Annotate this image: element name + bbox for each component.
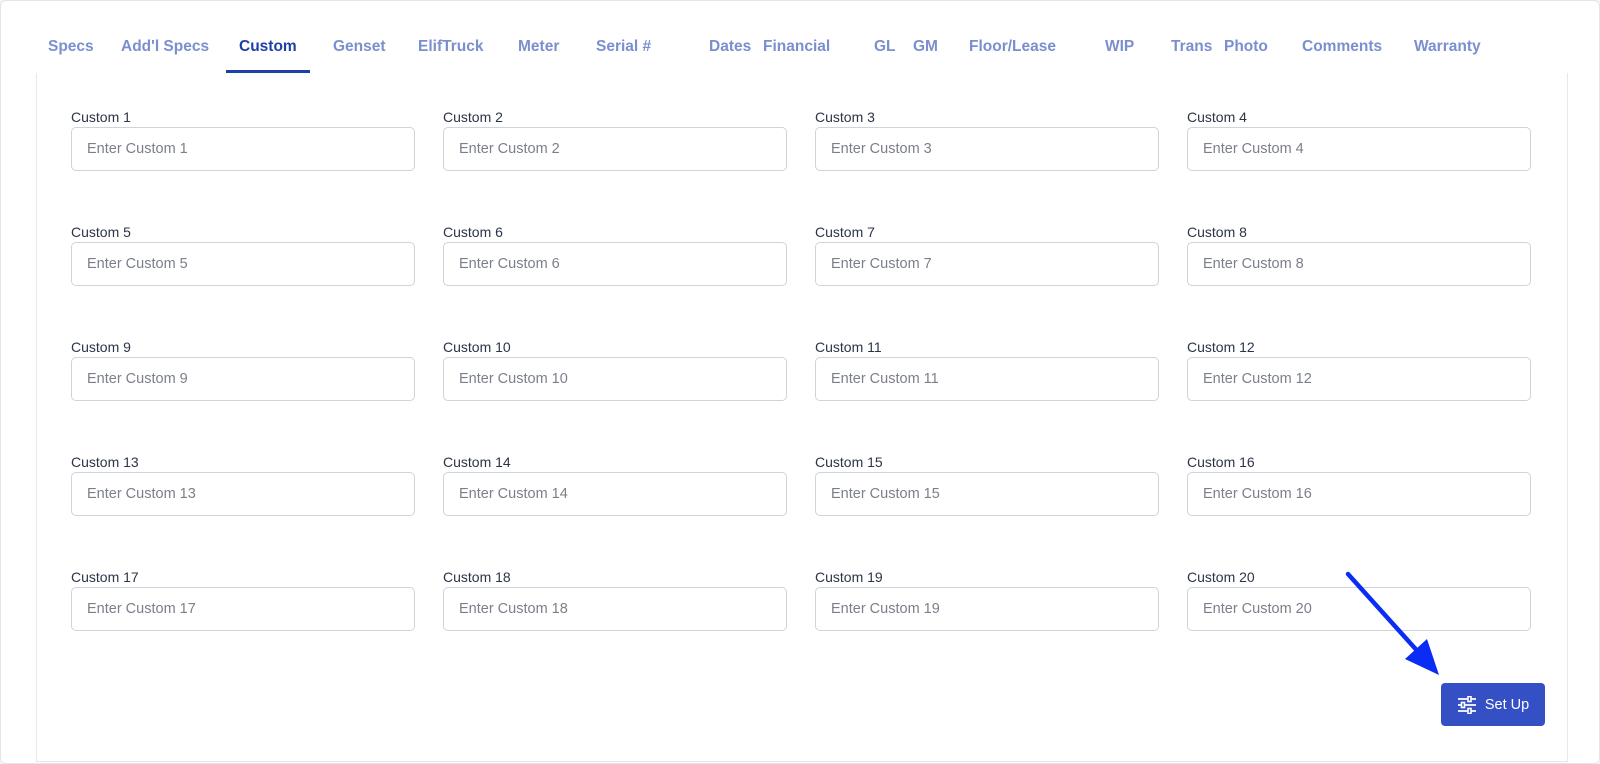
custom-15-input[interactable] bbox=[815, 472, 1159, 516]
setup-button-label: Set Up bbox=[1484, 696, 1530, 713]
field-label: Custom 11 bbox=[815, 339, 882, 355]
field-custom-19: Custom 19 bbox=[815, 567, 1159, 631]
field-label: Custom 1 bbox=[71, 109, 131, 125]
field-custom-11: Custom 11 bbox=[815, 337, 1159, 401]
tab-meter[interactable]: Meter bbox=[518, 29, 559, 73]
field-label: Custom 15 bbox=[815, 454, 883, 470]
custom-3-input[interactable] bbox=[815, 127, 1159, 171]
field-label: Custom 2 bbox=[443, 109, 503, 125]
custom-14-input[interactable] bbox=[443, 472, 787, 516]
field-label: Custom 8 bbox=[1187, 224, 1247, 240]
field-custom-10: Custom 10 bbox=[443, 337, 787, 401]
tab-warranty[interactable]: Warranty bbox=[1414, 29, 1481, 73]
tab-serial[interactable]: Serial # bbox=[596, 29, 651, 73]
field-custom-17: Custom 17 bbox=[71, 567, 415, 631]
tab-floor-lease[interactable]: Floor/Lease bbox=[969, 29, 1056, 73]
custom-5-input[interactable] bbox=[71, 242, 415, 286]
custom-8-input[interactable] bbox=[1187, 242, 1531, 286]
tab-eliftruck[interactable]: ElifTruck bbox=[418, 29, 483, 73]
custom-11-input[interactable] bbox=[815, 357, 1159, 401]
field-label: Custom 10 bbox=[443, 339, 511, 355]
field-custom-13: Custom 13 bbox=[71, 452, 415, 516]
tab-gl[interactable]: GL bbox=[874, 29, 896, 73]
setup-button[interactable]: Set Up bbox=[1441, 683, 1545, 726]
custom-16-input[interactable] bbox=[1187, 472, 1531, 516]
field-label: Custom 5 bbox=[71, 224, 131, 240]
tab-gm[interactable]: GM bbox=[913, 29, 938, 73]
field-custom-14: Custom 14 bbox=[443, 452, 787, 516]
field-label: Custom 13 bbox=[71, 454, 139, 470]
custom-4-input[interactable] bbox=[1187, 127, 1531, 171]
field-custom-2: Custom 2 bbox=[443, 107, 787, 171]
field-custom-1: Custom 1 bbox=[71, 107, 415, 171]
field-label: Custom 18 bbox=[443, 569, 511, 585]
tab-dates[interactable]: Dates bbox=[709, 29, 751, 73]
tab-specs[interactable]: Specs bbox=[48, 29, 94, 73]
field-custom-8: Custom 8 bbox=[1187, 222, 1531, 286]
field-label: Custom 17 bbox=[71, 569, 139, 585]
field-label: Custom 12 bbox=[1187, 339, 1255, 355]
field-custom-15: Custom 15 bbox=[815, 452, 1159, 516]
tab-custom[interactable]: Custom bbox=[226, 29, 310, 73]
custom-7-input[interactable] bbox=[815, 242, 1159, 286]
field-custom-3: Custom 3 bbox=[815, 107, 1159, 171]
field-custom-9: Custom 9 bbox=[71, 337, 415, 401]
field-custom-5: Custom 5 bbox=[71, 222, 415, 286]
tab-financial[interactable]: Financial bbox=[763, 29, 830, 73]
custom-12-input[interactable] bbox=[1187, 357, 1531, 401]
custom-fields-panel: Custom 1 Custom 2 Custom 3 Custom 4 Cust… bbox=[36, 73, 1568, 762]
tab-trans[interactable]: Trans bbox=[1171, 29, 1212, 73]
field-custom-12: Custom 12 bbox=[1187, 337, 1531, 401]
field-custom-6: Custom 6 bbox=[443, 222, 787, 286]
field-label: Custom 6 bbox=[443, 224, 503, 240]
field-custom-16: Custom 16 bbox=[1187, 452, 1531, 516]
tab-photo[interactable]: Photo bbox=[1224, 29, 1268, 73]
sliders-icon bbox=[1457, 695, 1476, 714]
custom-17-input[interactable] bbox=[71, 587, 415, 631]
custom-6-input[interactable] bbox=[443, 242, 787, 286]
custom-13-input[interactable] bbox=[71, 472, 415, 516]
field-label: Custom 16 bbox=[1187, 454, 1255, 470]
custom-9-input[interactable] bbox=[71, 357, 415, 401]
custom-10-input[interactable] bbox=[443, 357, 787, 401]
annotation-arrow-icon bbox=[1345, 571, 1439, 675]
field-label: Custom 7 bbox=[815, 224, 875, 240]
field-label: Custom 14 bbox=[443, 454, 511, 470]
tab-genset[interactable]: Genset bbox=[333, 29, 386, 73]
tab-comments[interactable]: Comments bbox=[1302, 29, 1382, 73]
field-label: Custom 9 bbox=[71, 339, 131, 355]
custom-19-input[interactable] bbox=[815, 587, 1159, 631]
app-frame: Specs Add'l Specs Custom Genset ElifTruc… bbox=[0, 0, 1600, 764]
tab-addl-specs[interactable]: Add'l Specs bbox=[121, 29, 209, 73]
field-custom-7: Custom 7 bbox=[815, 222, 1159, 286]
tab-bar: Specs Add'l Specs Custom Genset ElifTruc… bbox=[36, 29, 1566, 75]
custom-2-input[interactable] bbox=[443, 127, 787, 171]
custom-18-input[interactable] bbox=[443, 587, 787, 631]
field-label: Custom 3 bbox=[815, 109, 875, 125]
tab-wip[interactable]: WIP bbox=[1105, 29, 1134, 73]
field-custom-18: Custom 18 bbox=[443, 567, 787, 631]
field-label: Custom 19 bbox=[815, 569, 883, 585]
field-label: Custom 4 bbox=[1187, 109, 1247, 125]
field-custom-4: Custom 4 bbox=[1187, 107, 1531, 171]
custom-1-input[interactable] bbox=[71, 127, 415, 171]
